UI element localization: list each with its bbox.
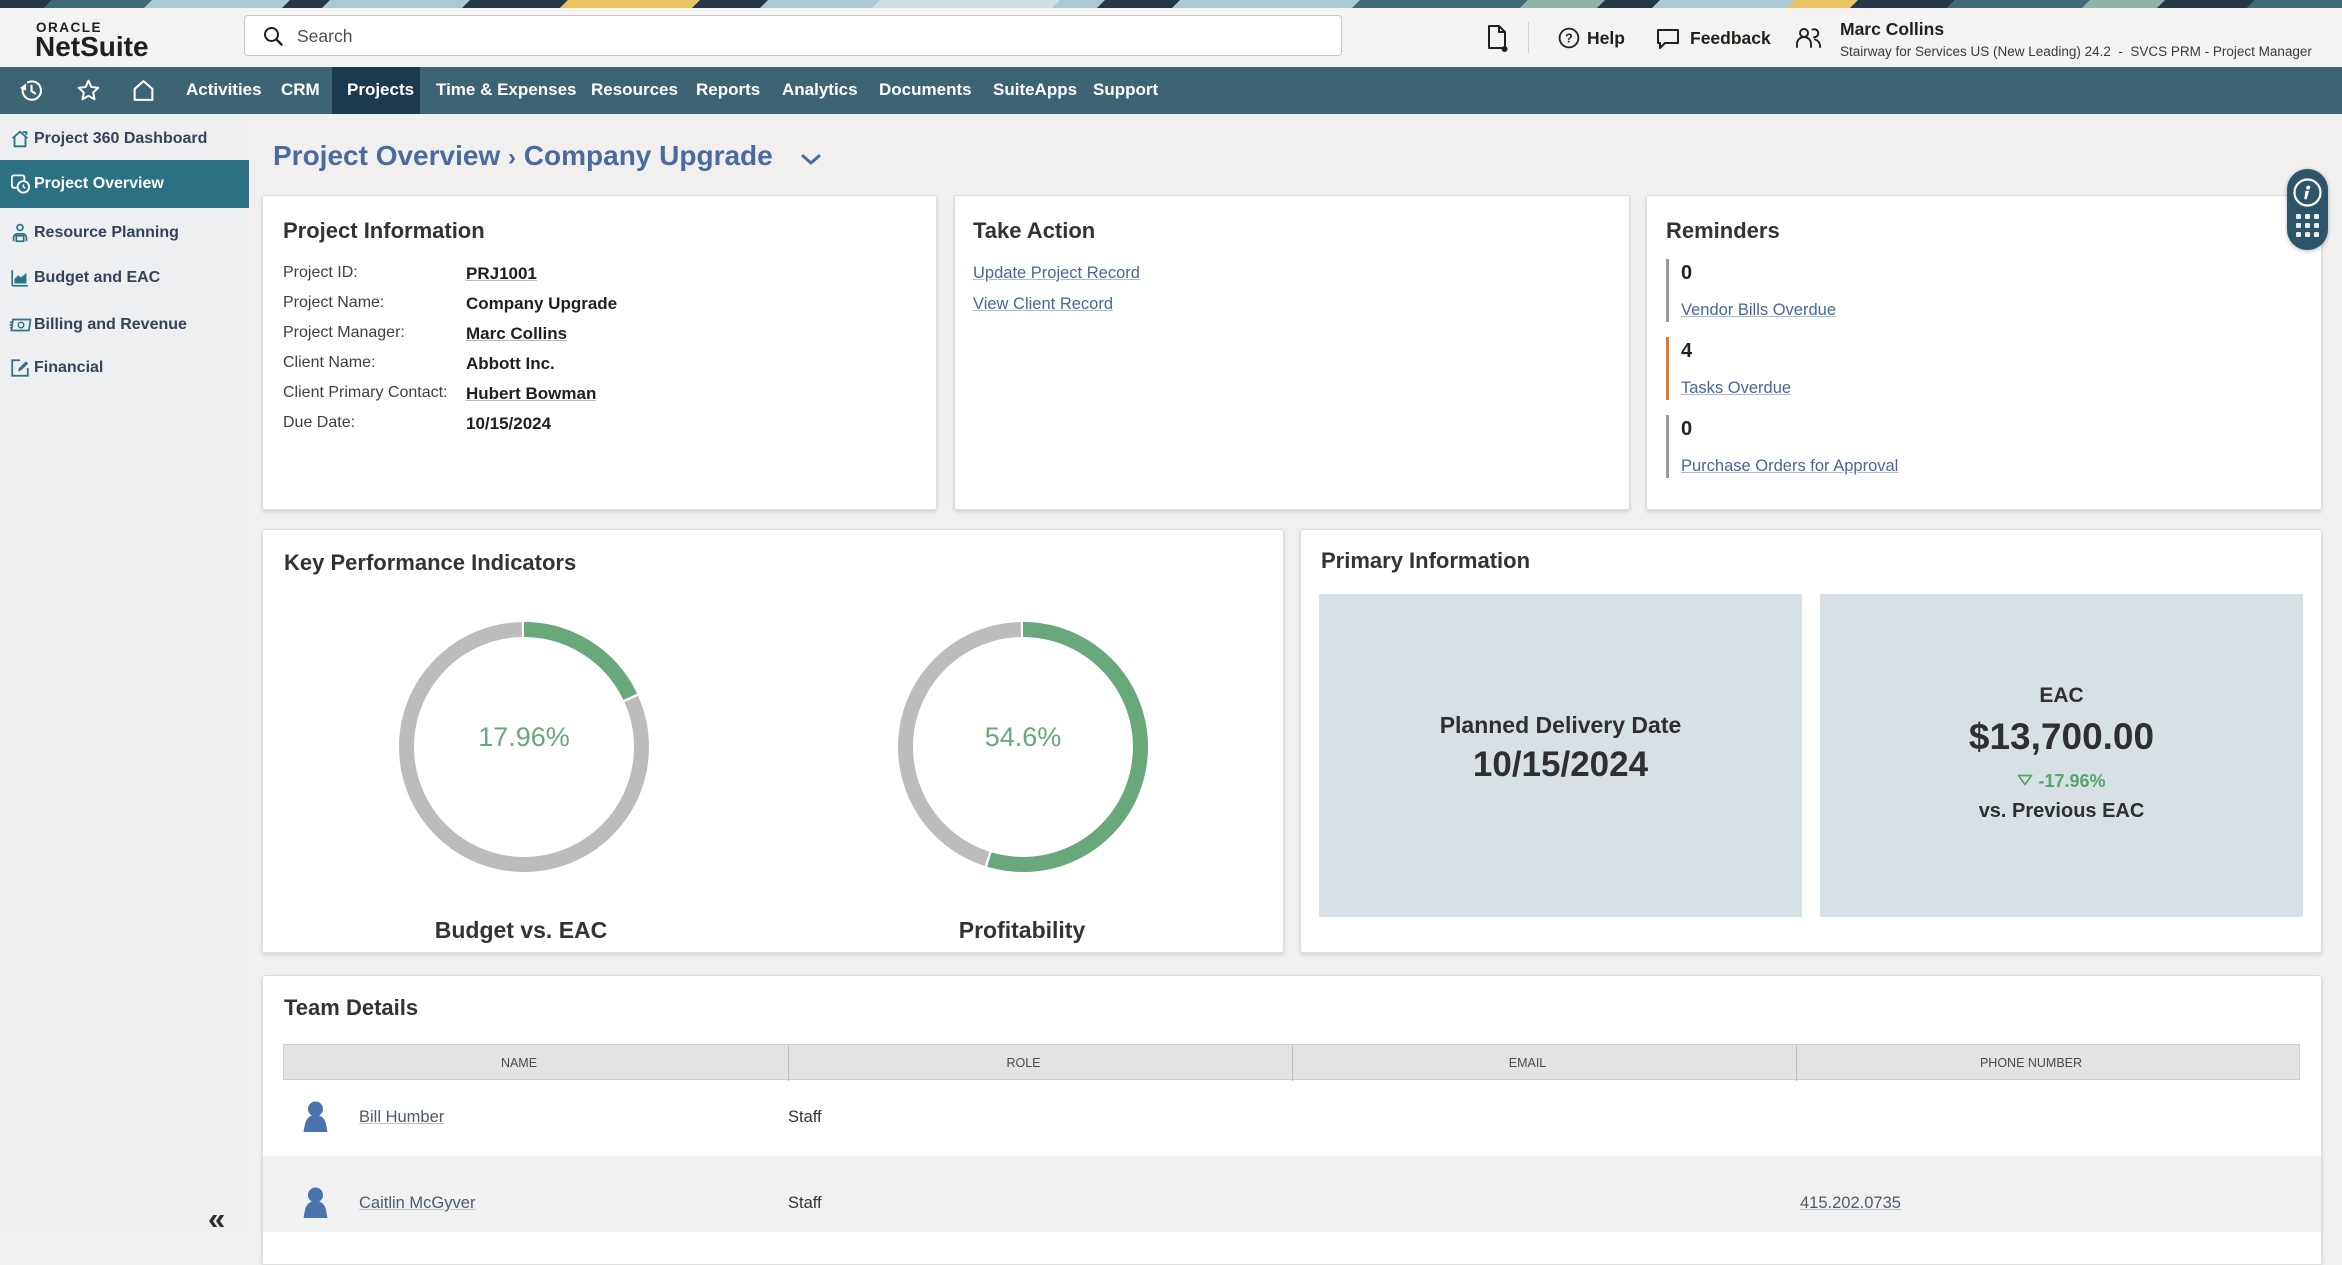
svg-text:?: ? xyxy=(1565,31,1573,45)
